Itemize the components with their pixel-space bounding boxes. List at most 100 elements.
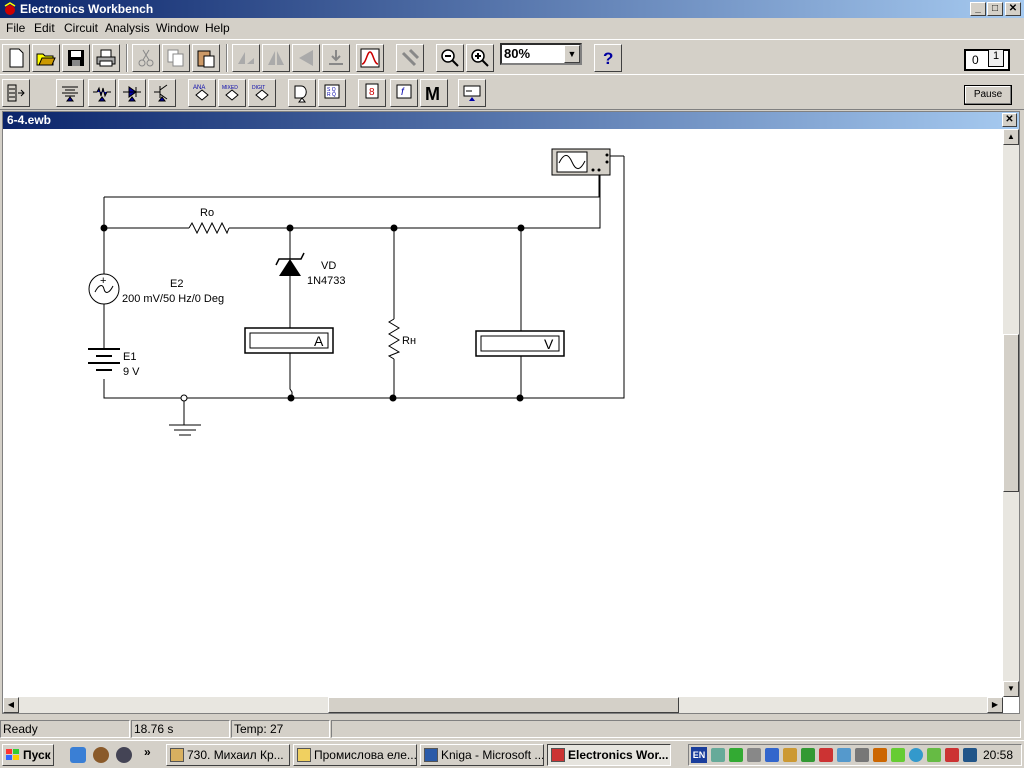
- parts-toolbar: ANA MIXED DIGIT S QR Q 8 f M: [0, 74, 1024, 110]
- open-button[interactable]: [32, 44, 60, 72]
- ground-symbol[interactable]: [169, 424, 201, 436]
- resistor-rn[interactable]: [387, 318, 401, 360]
- menu-circuit[interactable]: Circuit: [64, 21, 98, 35]
- print-button[interactable]: [92, 44, 120, 72]
- component-properties-button[interactable]: [396, 44, 424, 72]
- quicklaunch-more-icon[interactable]: »: [144, 745, 151, 759]
- start-label: Пуск: [23, 748, 51, 762]
- connection-icon[interactable]: [837, 748, 851, 762]
- resistor-ro[interactable]: [188, 221, 230, 235]
- power-switch[interactable]: 0 1: [964, 49, 1010, 71]
- battery-e1[interactable]: [88, 348, 120, 371]
- language-indicator[interactable]: EN: [691, 747, 707, 763]
- restore-button[interactable]: □: [987, 2, 1003, 16]
- save-button[interactable]: [62, 44, 90, 72]
- help-icon: ?: [603, 49, 613, 68]
- svg-text:R Q: R Q: [327, 92, 336, 98]
- printer-icon[interactable]: [747, 748, 761, 762]
- miscellaneous-bin-button[interactable]: M: [420, 79, 448, 107]
- instruments-bin-button[interactable]: [458, 79, 486, 107]
- help-button[interactable]: ?: [594, 44, 622, 72]
- scroll-down-icon[interactable]: ▼: [1003, 681, 1019, 697]
- oscilloscope[interactable]: [551, 148, 611, 176]
- shield-icon[interactable]: [783, 748, 797, 762]
- antivirus-icon[interactable]: [819, 748, 833, 762]
- start-button[interactable]: Пуск: [2, 744, 54, 766]
- analog-ic-icon: ANA: [193, 85, 209, 101]
- pause-button[interactable]: Pause: [964, 85, 1012, 105]
- task-label: 730. Михаил Кр...: [187, 748, 284, 762]
- cut-button[interactable]: [132, 44, 160, 72]
- menu-file[interactable]: File: [6, 21, 25, 35]
- display-icon[interactable]: [963, 748, 977, 762]
- monitor-icon[interactable]: [765, 748, 779, 762]
- volume-icon[interactable]: [873, 748, 887, 762]
- save-icon: [68, 50, 84, 66]
- network-icon[interactable]: [711, 748, 725, 762]
- logic-gates-bin-button[interactable]: [288, 79, 316, 107]
- basic-bin-button[interactable]: [88, 79, 116, 107]
- menu-help[interactable]: Help: [205, 21, 230, 35]
- menu-analysis[interactable]: Analysis: [105, 21, 150, 35]
- battery-icon[interactable]: [729, 748, 743, 762]
- favorites-bin-button[interactable]: [2, 79, 30, 107]
- ammeter-label: A: [314, 333, 324, 349]
- subcircuit-button[interactable]: [322, 44, 350, 72]
- zoom-select[interactable]: 80% ▼: [500, 43, 582, 65]
- player-quicklaunch-icon[interactable]: [116, 747, 132, 763]
- indicators-bin-button[interactable]: 8: [358, 79, 386, 107]
- sources-bin-button[interactable]: [56, 79, 84, 107]
- flip-horizontal-button[interactable]: [262, 44, 290, 72]
- vertical-scroll-thumb[interactable]: [1003, 334, 1019, 492]
- chevron-down-icon[interactable]: ▼: [564, 45, 580, 63]
- menu-window[interactable]: Window: [156, 21, 199, 35]
- zoom-value: 80%: [504, 46, 531, 61]
- media-quicklaunch-icon[interactable]: [93, 747, 109, 763]
- component-properties-icon: [401, 48, 420, 67]
- tool-icon[interactable]: [945, 748, 959, 762]
- paste-button[interactable]: [192, 44, 220, 72]
- graph-button[interactable]: [356, 44, 384, 72]
- settings-icon[interactable]: [855, 748, 869, 762]
- mixed-ics-bin-button[interactable]: MIXED: [218, 79, 246, 107]
- task-button-4[interactable]: Electronics Wor...: [547, 744, 671, 766]
- vertical-scrollbar[interactable]: ▲ ▼: [1003, 129, 1019, 697]
- update-icon[interactable]: [801, 748, 815, 762]
- close-button[interactable]: ✕: [1005, 2, 1021, 16]
- digital-ics-bin-button[interactable]: DIGIT: [248, 79, 276, 107]
- copy-button[interactable]: [162, 44, 190, 72]
- document-window: 6-4.ewb ✕ Ro + E2 200 mV/50 Hz/0 Deg E1 …: [2, 111, 1020, 714]
- task-button-1[interactable]: 730. Михаил Кр...: [166, 744, 290, 766]
- minimize-button[interactable]: _: [970, 2, 986, 16]
- chart-icon[interactable]: [927, 748, 941, 762]
- menu-edit[interactable]: Edit: [34, 21, 55, 35]
- flip-vertical-button[interactable]: [292, 44, 320, 72]
- scroll-up-icon[interactable]: ▲: [1003, 129, 1019, 145]
- digital-bin-button[interactable]: S QR Q: [318, 79, 346, 107]
- flip-vertical-icon: [299, 50, 313, 66]
- download-icon[interactable]: [891, 748, 905, 762]
- zoom-in-button[interactable]: [466, 44, 494, 72]
- svg-text:ANA: ANA: [193, 85, 205, 91]
- analog-ics-bin-button[interactable]: ANA: [188, 79, 216, 107]
- horizontal-scroll-thumb[interactable]: [328, 697, 679, 713]
- controls-bin-button[interactable]: f: [390, 79, 418, 107]
- task-button-3[interactable]: Kniga - Microsoft ...: [420, 744, 544, 766]
- paste-icon: [197, 50, 215, 68]
- task-button-2[interactable]: Промислова еле...: [293, 744, 417, 766]
- menu-bar: File Edit Circuit Analysis Window Help: [0, 19, 1024, 38]
- scroll-left-icon[interactable]: ◀: [3, 697, 19, 713]
- document-close-button[interactable]: ✕: [1002, 113, 1017, 127]
- browser-quicklaunch-icon[interactable]: [70, 747, 86, 763]
- zoom-out-button[interactable]: [436, 44, 464, 72]
- circuit-canvas[interactable]: Ro + E2 200 mV/50 Hz/0 Deg E1 9 V VD 1N4…: [3, 129, 1003, 697]
- rotate-button[interactable]: [232, 44, 260, 72]
- new-button[interactable]: [2, 44, 30, 72]
- transistors-bin-button[interactable]: [148, 79, 176, 107]
- diodes-bin-button[interactable]: [118, 79, 146, 107]
- horizontal-scrollbar[interactable]: ◀ ▶: [3, 697, 1003, 713]
- globe-icon[interactable]: [909, 748, 923, 762]
- status-time: 18.76 s: [131, 720, 230, 738]
- task-label: Kniga - Microsoft ...: [441, 748, 544, 762]
- scroll-right-icon[interactable]: ▶: [987, 697, 1003, 713]
